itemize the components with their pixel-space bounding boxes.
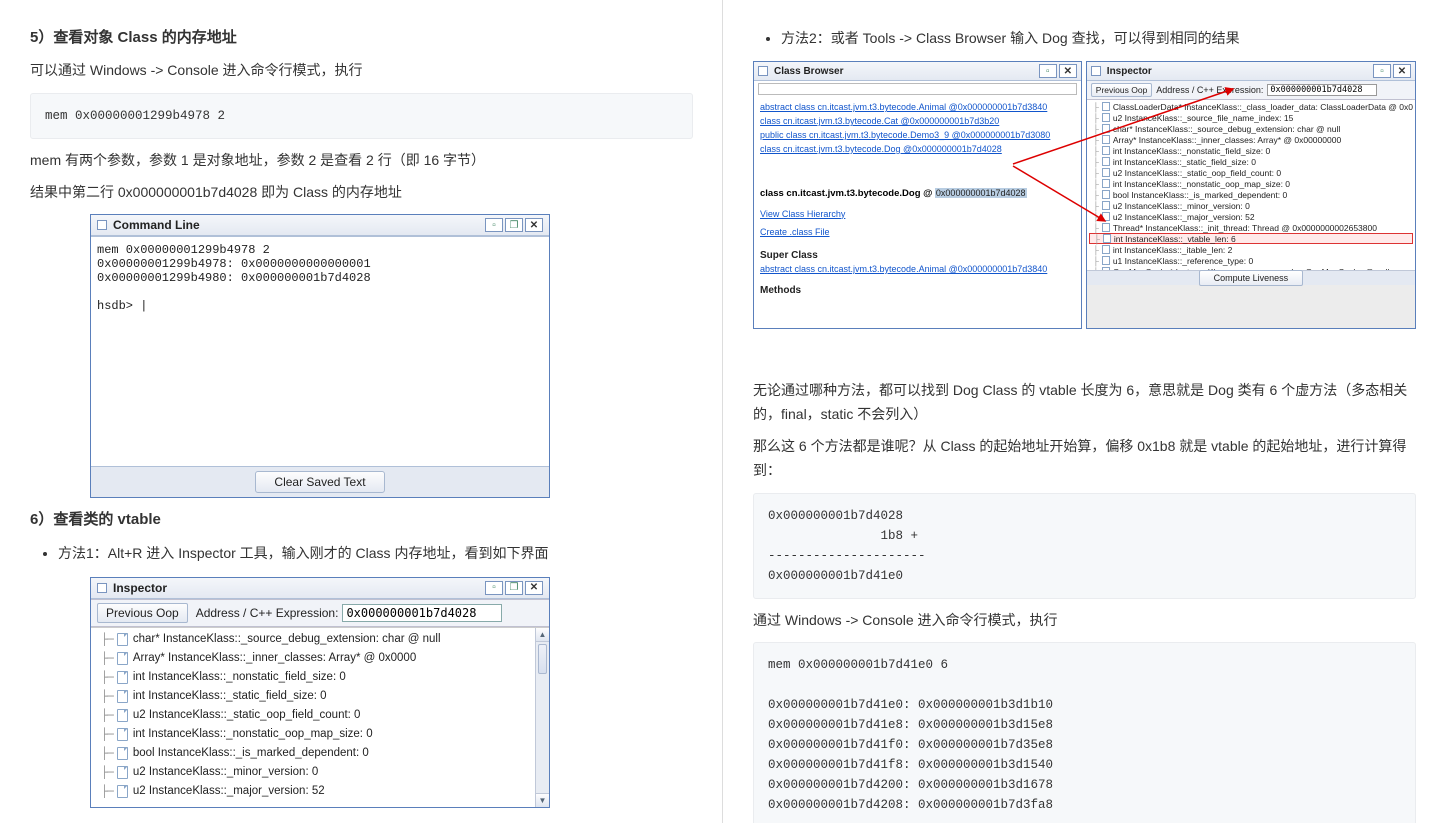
- file-icon: [117, 652, 128, 665]
- command-line-window: Command Line ▫ ❐ ✕ mem 0x00000001299b497…: [90, 214, 550, 498]
- window-title: Inspector: [113, 581, 167, 595]
- scroll-thumb[interactable]: [538, 644, 547, 674]
- file-icon: [117, 785, 128, 798]
- address-input[interactable]: [342, 604, 502, 622]
- tree-row-text: char* InstanceKlass::_source_debug_exten…: [133, 633, 441, 645]
- screenshot-inspector: Inspector ▫ ❐ ✕ Previous Oop Address / C…: [90, 577, 693, 808]
- tree-row[interactable]: ├─bool InstanceKlass::_is_marked_depende…: [95, 744, 547, 763]
- window-icon: [97, 583, 107, 593]
- list-item: 方法1：Alt+R 进入 Inspector 工具，输入刚才的 Class 内存…: [58, 541, 693, 566]
- bullet-list: 方法2：或者 Tools -> Class Browser 输入 Dog 查找，…: [753, 26, 1416, 51]
- maximize-icon[interactable]: ❐: [505, 581, 523, 595]
- window-titlebar: Command Line ▫ ❐ ✕: [91, 215, 549, 236]
- minimize-icon[interactable]: ▫: [485, 581, 503, 595]
- scrollbar[interactable]: ▲ ▼: [535, 628, 549, 807]
- close-icon[interactable]: ✕: [525, 218, 543, 232]
- window-footer: Clear Saved Text: [91, 466, 549, 497]
- inspector-tree: ├─char* InstanceKlass::_source_debug_ext…: [91, 627, 549, 807]
- screenshot-class-browser-inspector: Class Browser ▫ ✕ abstract class cn.itca…: [753, 61, 1416, 329]
- tree-row[interactable]: ├─char* InstanceKlass::_source_debug_ext…: [95, 630, 547, 649]
- right-column: 方法2：或者 Tools -> Class Browser 输入 Dog 查找，…: [723, 0, 1446, 823]
- tree-row-text: bool InstanceKlass::_is_marked_dependent…: [133, 747, 369, 759]
- window-buttons: ▫ ❐ ✕: [485, 218, 543, 232]
- tree-row[interactable]: ├─u2 InstanceKlass::_minor_version: 0: [95, 763, 547, 782]
- window-icon: [97, 220, 107, 230]
- inspector-toolbar: Previous Oop Address / C++ Expression:: [91, 599, 549, 627]
- code-block: mem 0x00000001299b4978 2: [30, 93, 693, 139]
- paragraph: mem 有两个参数，参数 1 是对象地址，参数 2 是查看 2 行（即 16 字…: [30, 149, 693, 173]
- file-icon: [117, 747, 128, 760]
- maximize-icon[interactable]: ❐: [505, 218, 523, 232]
- close-icon[interactable]: ✕: [525, 581, 543, 595]
- paragraph: 结果中第二行 0x000000001b7d4028 即为 Class 的内存地址: [30, 181, 693, 205]
- paragraph: 通过 Windows -> Console 进入命令行模式，执行: [753, 609, 1416, 633]
- file-icon: [117, 728, 128, 741]
- close-icon[interactable]: ✕: [1393, 64, 1411, 78]
- scroll-down-icon[interactable]: ▼: [536, 793, 549, 807]
- tree-row[interactable]: ├─int InstanceKlass::_nonstatic_field_si…: [95, 668, 547, 687]
- tree-row-text: u2 InstanceKlass::_minor_version: 0: [133, 766, 318, 778]
- paragraph: 那么这 6 个方法都是谁呢？从 Class 的起始地址开始算，偏移 0x1b8 …: [753, 435, 1416, 483]
- heading-6: 6）查看类的 vtable: [30, 508, 693, 529]
- console-output: mem 0x00000001299b4978 2 0x00000001299b4…: [91, 236, 549, 466]
- code-block: 0x000000001b7d4028 1b8 + ---------------…: [753, 493, 1416, 599]
- tree-row-text: u2 InstanceKlass::_static_oop_field_coun…: [133, 709, 361, 721]
- clear-saved-text-button[interactable]: Clear Saved Text: [255, 471, 384, 493]
- paragraph: 无论通过哪种方法，都可以找到 Dog Class 的 vtable 长度为 6，…: [753, 379, 1416, 427]
- heading-5: 5）查看对象 Class 的内存地址: [30, 26, 693, 47]
- window-buttons: ▫ ❐ ✕: [485, 581, 543, 595]
- file-icon: [117, 766, 128, 779]
- tree-row-text: int InstanceKlass::_static_field_size: 0: [133, 690, 327, 702]
- list-item: 方法2：或者 Tools -> Class Browser 输入 Dog 查找，…: [781, 26, 1416, 51]
- scroll-up-icon[interactable]: ▲: [536, 628, 549, 642]
- tree-row-text: int InstanceKlass::_nonstatic_field_size…: [133, 671, 346, 683]
- file-icon: [117, 671, 128, 684]
- tree-row-text: u2 InstanceKlass::_major_version: 52: [133, 785, 325, 797]
- tree-row[interactable]: ├─int InstanceKlass::_nonstatic_oop_map_…: [95, 725, 547, 744]
- left-column: 5）查看对象 Class 的内存地址 可以通过 Windows -> Conso…: [0, 0, 723, 823]
- minimize-icon[interactable]: ▫: [485, 218, 503, 232]
- window-titlebar: Inspector ▫ ❐ ✕: [91, 578, 549, 599]
- tree-row[interactable]: ├─int InstanceKlass::_static_field_size:…: [95, 687, 547, 706]
- code-block: mem 0x000000001b7d41e0 6 0x000000001b7d4…: [753, 642, 1416, 823]
- file-icon: [117, 633, 128, 646]
- annotation-arrows: [753, 61, 1393, 291]
- screenshot-command-line: Command Line ▫ ❐ ✕ mem 0x00000001299b497…: [90, 214, 693, 498]
- tree-row[interactable]: ├─u2 InstanceKlass::_static_oop_field_co…: [95, 706, 547, 725]
- previous-oop-button[interactable]: Previous Oop: [97, 603, 188, 623]
- file-icon: [117, 709, 128, 722]
- tree-row-text: Array* InstanceKlass::_inner_classes: Ar…: [133, 652, 416, 664]
- tree-row-text: int InstanceKlass::_nonstatic_oop_map_si…: [133, 728, 373, 740]
- inspector-window: Inspector ▫ ❐ ✕ Previous Oop Address / C…: [90, 577, 550, 808]
- tree-row[interactable]: ├─Array* InstanceKlass::_inner_classes: …: [95, 649, 547, 668]
- file-icon: [117, 690, 128, 703]
- window-title: Command Line: [113, 218, 200, 232]
- paragraph: 可以通过 Windows -> Console 进入命令行模式，执行: [30, 59, 693, 83]
- address-label: Address / C++ Expression:: [196, 606, 339, 620]
- tree-row[interactable]: ├─u2 InstanceKlass::_major_version: 52: [95, 782, 547, 801]
- bullet-list: 方法1：Alt+R 进入 Inspector 工具，输入刚才的 Class 内存…: [30, 541, 693, 566]
